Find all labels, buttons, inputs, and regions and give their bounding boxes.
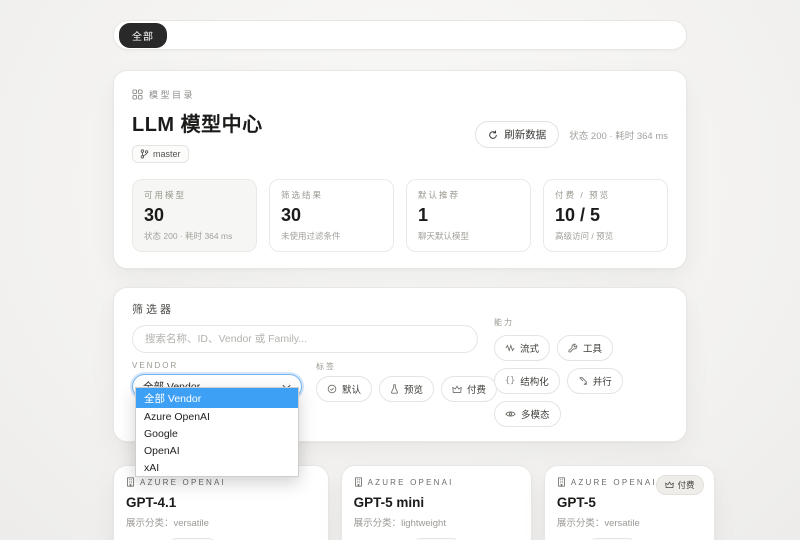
- capability-tools-chip[interactable]: 工具: [557, 335, 613, 361]
- check-circle-icon: [327, 384, 337, 394]
- branch-badge: master: [132, 145, 189, 163]
- eye-icon: [505, 410, 516, 418]
- vendor-option-azure-openai[interactable]: Azure OpenAI: [136, 408, 298, 425]
- building-icon: [354, 477, 363, 487]
- model-name: GPT-4.1: [126, 495, 316, 510]
- vendor-dropdown: 全部 Vendor Azure OpenAI Google OpenAI xAI: [135, 387, 299, 477]
- capabilities-label: 能力: [494, 317, 668, 328]
- capability-stream-chip[interactable]: 流式: [494, 335, 550, 361]
- eyebrow-label: 模型目录: [149, 88, 195, 101]
- capability-structured-chip[interactable]: {} 结构化: [494, 368, 560, 394]
- stat-label: 默认推荐: [418, 189, 519, 201]
- stat-value: 30: [281, 205, 382, 226]
- top-filter-bar: 全部: [113, 20, 687, 50]
- tag-paid-chip[interactable]: 付费: [441, 376, 497, 402]
- capability-chips: 流式 工具 {} 结构化 并行 多模态: [494, 335, 668, 427]
- tag-label: 付费: [467, 382, 486, 396]
- filter-all-pill[interactable]: 全部: [119, 23, 167, 48]
- stat-sub: 聊天默认模型: [418, 230, 519, 242]
- vendor-field: VENDOR 全部 Vendor 全部 Vendor Azure OpenAI …: [132, 361, 302, 402]
- refresh-label: 刷新数据: [504, 127, 546, 142]
- vendor-label: VENDOR: [132, 361, 302, 370]
- capability-label: 并行: [593, 374, 612, 388]
- model-name: GPT-5: [557, 495, 702, 510]
- search-input[interactable]: [132, 325, 478, 353]
- vendor-name: AZURE OPENAI: [571, 478, 657, 487]
- vendor-option-openai[interactable]: OpenAI: [136, 442, 298, 459]
- tags-label: 标签: [316, 361, 497, 372]
- tag-chips: 默认 预览 付费: [316, 376, 497, 402]
- vendor-option-all[interactable]: 全部 Vendor: [136, 388, 298, 408]
- catalog-icon: [132, 89, 143, 100]
- vendor-name: AZURE OPENAI: [368, 478, 454, 487]
- model-category: 展示分类：versatile: [557, 515, 702, 529]
- capability-label: 多模态: [521, 407, 550, 421]
- capability-label: 流式: [520, 341, 539, 355]
- tags-field: 标签 默认 预览 付费: [316, 361, 497, 402]
- capability-parallel-chip[interactable]: 并行: [567, 368, 623, 394]
- eyebrow: 模型目录: [132, 88, 668, 101]
- building-icon: [126, 477, 135, 487]
- refresh-button[interactable]: 刷新数据: [475, 121, 559, 148]
- refresh-icon: [488, 130, 498, 140]
- filters-title: 筛选器: [132, 301, 478, 317]
- crown-icon: [452, 385, 462, 394]
- paid-badge-label: 付费: [678, 479, 695, 491]
- stats-row: 可用模型 30 状态 200 · 耗时 364 ms 筛选结果 30 未使用过滤…: [132, 179, 668, 252]
- model-card-gpt-5: AZURE OPENAI 付费 GPT-5 展示分类：versatile gpt…: [544, 465, 715, 540]
- stat-value: 30: [144, 205, 245, 226]
- stat-available-models: 可用模型 30 状态 200 · 耗时 364 ms: [132, 179, 257, 252]
- building-icon: [557, 477, 566, 487]
- tag-label: 默认: [342, 382, 361, 396]
- git-branch-icon: [140, 149, 149, 159]
- stat-value: 10 / 5: [555, 205, 656, 226]
- stat-paid-preview: 付费 / 预览 10 / 5 高级访问 / 预览: [543, 179, 668, 252]
- filter-row: VENDOR 全部 Vendor 全部 Vendor Azure OpenAI …: [132, 361, 478, 402]
- vendor-row: AZURE OPENAI: [126, 477, 316, 487]
- vendor-row: AZURE OPENAI: [354, 477, 519, 487]
- model-category: 展示分类：lightweight: [354, 515, 519, 529]
- vendor-name: AZURE OPENAI: [140, 478, 226, 487]
- wrench-icon: [568, 343, 578, 353]
- tag-preview-chip[interactable]: 预览: [379, 376, 434, 402]
- stat-label: 付费 / 预览: [555, 189, 656, 201]
- stat-value: 1: [418, 205, 519, 226]
- status-text: 状态 200 · 耗时 364 ms: [569, 128, 668, 142]
- filter-card: 筛选器 VENDOR 全部 Vendor 全部 Vendor Azure Ope…: [113, 287, 687, 442]
- braces-icon: {}: [505, 376, 515, 386]
- model-category: 展示分类：versatile: [126, 515, 316, 529]
- crown-icon: [665, 481, 674, 489]
- wave-icon: [505, 344, 515, 352]
- capabilities-field: 能力 流式 工具 {} 结构化 并行: [494, 301, 668, 427]
- filter-left: 筛选器 VENDOR 全部 Vendor 全部 Vendor Azure Ope…: [132, 301, 478, 427]
- stat-label: 可用模型: [144, 189, 245, 201]
- branch-label: master: [153, 149, 181, 159]
- stat-sub: 状态 200 · 耗时 364 ms: [144, 230, 245, 242]
- header-card: 模型目录 LLM 模型中心 master 刷新数据 状态 200 · 耗时 36…: [113, 70, 687, 269]
- vendor-option-xai[interactable]: xAI: [136, 459, 298, 476]
- stat-sub: 高级访问 / 预览: [555, 230, 656, 242]
- header-actions: 刷新数据 状态 200 · 耗时 364 ms: [475, 121, 668, 148]
- model-name: GPT-5 mini: [354, 495, 519, 510]
- model-card-gpt-5-mini: AZURE OPENAI GPT-5 mini 展示分类：lightweight…: [341, 465, 532, 540]
- stat-label: 筛选结果: [281, 189, 382, 201]
- split-icon: [578, 376, 588, 386]
- tag-label: 预览: [404, 382, 423, 396]
- tag-default-chip[interactable]: 默认: [316, 376, 372, 402]
- flask-icon: [390, 384, 399, 394]
- stat-sub: 未使用过滤条件: [281, 230, 382, 242]
- capability-label: 结构化: [520, 374, 549, 388]
- paid-badge: 付费: [656, 475, 704, 495]
- stat-filter-results: 筛选结果 30 未使用过滤条件: [269, 179, 394, 252]
- vendor-option-google[interactable]: Google: [136, 425, 298, 442]
- stat-default-recommend: 默认推荐 1 聊天默认模型: [406, 179, 531, 252]
- page: 全部 模型目录 LLM 模型中心 master 刷新数据 状态 200 · 耗时…: [113, 20, 687, 540]
- capability-label: 工具: [583, 341, 602, 355]
- capability-multimodal-chip[interactable]: 多模态: [494, 401, 561, 427]
